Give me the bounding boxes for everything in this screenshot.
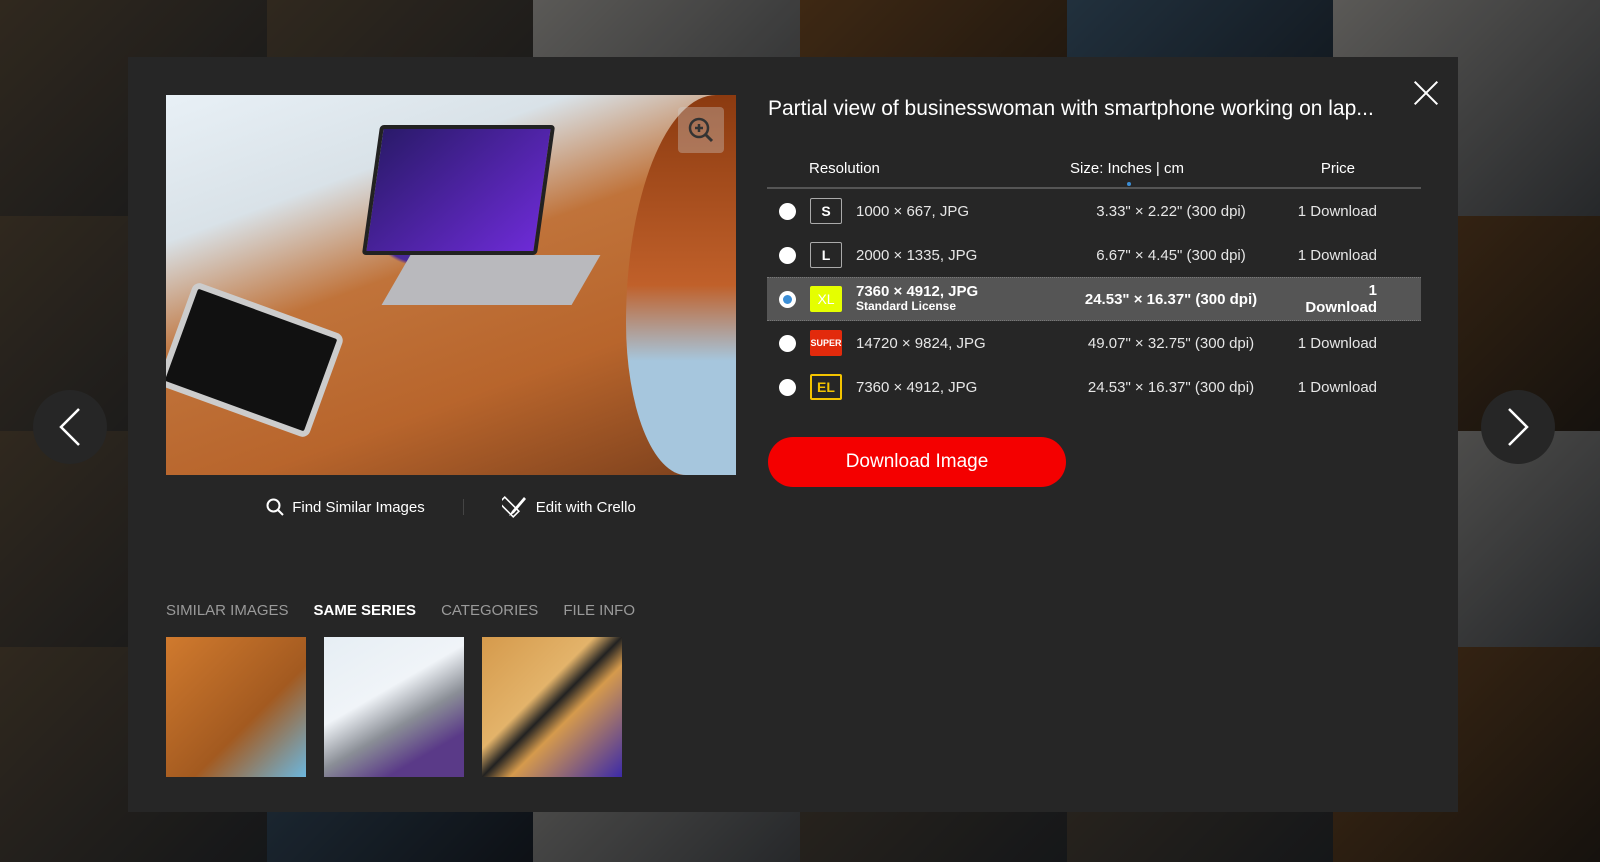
resolution-block: 7360 × 4912, JPG Standard License	[856, 284, 1046, 314]
size-option-row-s[interactable]: S 1000 × 667, JPG 3.33" × 2.22" (300 dpi…	[767, 189, 1421, 233]
price: 1 Download	[1297, 246, 1377, 264]
size-option-row-l[interactable]: L 2000 × 1335, JPG 6.67" × 4.45" (300 dp…	[767, 233, 1421, 277]
next-image-button[interactable]	[1481, 390, 1555, 464]
size-option-row-super[interactable]: SUPER 14720 × 9824, JPG 49.07" × 32.75" …	[767, 321, 1421, 365]
size-badge: L	[810, 242, 842, 268]
edit-with-crello-label: Edit with Crello	[535, 498, 636, 516]
image-detail-modal: Find Similar Images Edit with Crello Sim…	[128, 57, 1458, 812]
print-size: 3.33" × 2.22" (300 dpi)	[1096, 202, 1246, 220]
price: 1 Download	[1305, 282, 1377, 316]
image-title: Partial view of businesswoman with smart…	[768, 97, 1374, 120]
edit-with-crello-button[interactable]: Edit with Crello	[501, 495, 636, 519]
header-resolution: Resolution	[809, 159, 880, 177]
print-size: 24.53" × 16.37" (300 dpi)	[1084, 290, 1258, 308]
resolution: 7360 × 4912, JPG	[856, 378, 978, 396]
print-size: 49.07" × 32.75" (300 dpi)	[1087, 334, 1255, 352]
previous-image-button[interactable]	[33, 390, 107, 464]
series-thumbnails	[166, 637, 622, 777]
series-thumbnail[interactable]	[324, 637, 464, 777]
size-radio[interactable]	[779, 246, 796, 264]
size-radio-selected[interactable]	[779, 290, 796, 308]
image-actions: Find Similar Images Edit with Crello	[166, 487, 736, 527]
size-badge: S	[810, 198, 842, 224]
size-options-table: Resolution Size: Inches | cm Price S 100…	[767, 149, 1421, 409]
resolution: 1000 × 667, JPG	[856, 202, 969, 220]
divider	[462, 499, 464, 515]
print-size: 6.67" × 4.45" (300 dpi)	[1096, 246, 1246, 264]
price: 1 Download	[1297, 378, 1377, 396]
tab-similar-images[interactable]: Similar Images	[166, 602, 289, 619]
print-size: 24.53" × 16.37" (300 dpi)	[1087, 378, 1255, 396]
resolution: 14720 × 9824, JPG	[856, 334, 986, 352]
download-image-button[interactable]: Download Image	[768, 437, 1066, 487]
table-header: Resolution Size: Inches | cm Price	[767, 149, 1421, 189]
zoom-in-icon	[688, 117, 714, 143]
size-radio[interactable]	[779, 202, 796, 220]
chevron-left-icon	[59, 408, 80, 446]
price: 1 Download	[1297, 202, 1377, 220]
zoom-in-button[interactable]	[678, 107, 724, 153]
header-size-unit-toggle[interactable]: Size: Inches | cm	[1037, 160, 1217, 186]
resolution: 7360 × 4912, JPG	[856, 283, 979, 300]
find-similar-label: Find Similar Images	[292, 498, 425, 516]
related-tabs: Similar Images Same Series Categories Fi…	[166, 602, 635, 619]
tab-same-series[interactable]: Same Series	[314, 602, 417, 619]
chevron-right-icon	[1508, 408, 1529, 446]
size-option-row-el[interactable]: EL 7360 × 4912, JPG 24.53" × 16.37" (300…	[767, 365, 1421, 409]
image-preview[interactable]	[166, 95, 736, 475]
header-price: Price	[1320, 159, 1355, 177]
tab-file-info[interactable]: File Info	[563, 602, 635, 619]
series-thumbnail[interactable]	[166, 637, 306, 777]
brush-ruler-icon	[501, 495, 526, 519]
size-option-row-xl[interactable]: XL 7360 × 4912, JPG Standard License 24.…	[767, 277, 1421, 321]
license-type: Standard License	[856, 299, 957, 313]
resolution: 2000 × 1335, JPG	[856, 246, 978, 264]
size-badge: XL	[810, 286, 842, 312]
find-similar-button[interactable]: Find Similar Images	[266, 498, 425, 516]
size-radio[interactable]	[779, 334, 796, 352]
size-radio[interactable]	[779, 378, 796, 396]
size-badge: EL	[810, 374, 842, 400]
tab-categories[interactable]: Categories	[441, 602, 538, 619]
series-thumbnail[interactable]	[482, 637, 622, 777]
price: 1 Download	[1297, 334, 1377, 352]
close-button[interactable]	[1412, 79, 1440, 107]
search-icon	[266, 498, 284, 516]
size-badge: SUPER	[810, 330, 842, 356]
